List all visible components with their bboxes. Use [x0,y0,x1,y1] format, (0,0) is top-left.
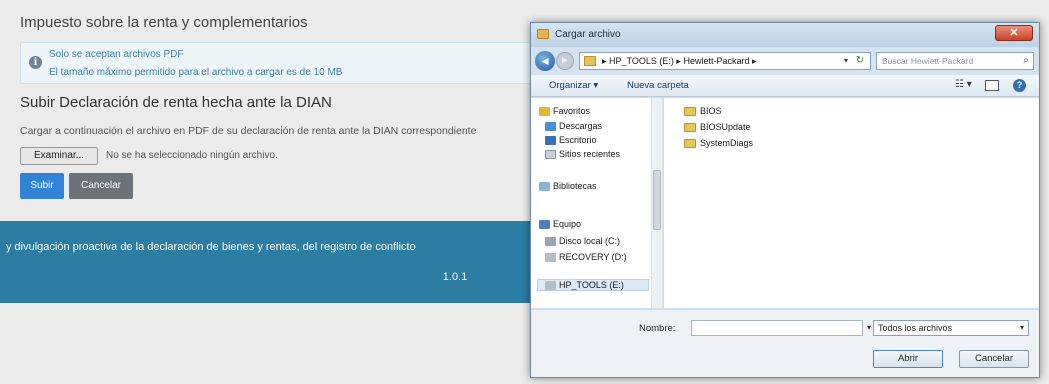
view-options-icon[interactable]: ☷ ▾ [955,79,972,90]
nav-local-disk[interactable]: Disco local (C:) [559,236,620,246]
scrollbar-thumb[interactable] [653,170,661,230]
folder-icon [537,29,549,39]
file-item-systemdiags[interactable]: SystemDiags [700,138,753,148]
breadcrumb-separator: ▸ [676,56,681,66]
dialog-close-button[interactable]: ✕ [995,25,1033,41]
chevron-down-icon[interactable]: ▾ [844,56,848,65]
star-icon [539,107,550,116]
footer: y divulgación proactiva de la declaració… [0,221,540,303]
browse-file-button[interactable]: Examinar... [20,147,98,165]
breadcrumb-separator: ▸ [602,56,607,66]
nav-downloads[interactable]: Descargas [559,121,602,131]
refresh-icon[interactable]: ↻ [852,54,868,68]
recent-places-icon [545,150,556,159]
open-button[interactable]: Abrir [873,350,943,368]
drive-icon [545,281,556,290]
organize-menu[interactable]: Organizar ▾ [549,80,598,91]
nav-favorites[interactable]: Favoritos [553,106,590,116]
submit-button[interactable]: Subir [20,173,64,199]
info-line-max-size: El tamaño máximo permitido para el archi… [49,67,343,78]
dialog-bottom-bar: Nombre: ▾ Todos los archivos ▾ Abrir Can… [531,309,1039,377]
breadcrumb-separator: ▸ [752,56,757,66]
dialog-toolbar: Organizar ▾ Nueva carpeta ☷ ▾ ? [531,75,1039,97]
file-item-biosupdate[interactable]: BIOSUpdate [700,122,751,132]
dialog-title: Cargar archivo [555,29,621,40]
filename-input[interactable] [691,320,863,336]
nav-desktop[interactable]: Escritorio [559,135,597,145]
navigation-pane: Favoritos Descargas Escritorio Sitios re… [531,98,663,308]
back-arrow-icon[interactable]: ◄ [535,51,555,71]
download-icon [545,122,556,131]
chevron-down-icon[interactable]: ▾ [867,323,871,332]
info-icon: i [29,56,42,69]
new-folder-button[interactable]: Nueva carpeta [627,80,689,91]
address-bar[interactable]: ▸ HP_TOOLS (E:) ▸ Hewlett-Packard ▸ ▾ ↻ [579,52,871,70]
cancel-button[interactable]: Cancelar [69,173,133,199]
folder-icon [584,56,596,66]
nav-computer[interactable]: Equipo [553,219,581,229]
folder-icon [684,139,696,148]
nav-recovery[interactable]: RECOVERY (D:) [559,252,627,262]
filetype-value: Todos los archivos [878,323,953,333]
file-item-bios[interactable]: BIOS [700,106,722,116]
filename-label: Nombre: [639,323,676,334]
dialog-navbar: ◄ ► ▸ HP_TOOLS (E:) ▸ Hewlett-Packard ▸ … [531,47,1039,75]
file-open-dialog: Cargar archivo ✕ ◄ ► ▸ HP_TOOLS (E:) ▸ H… [530,22,1040,378]
computer-icon [539,220,550,229]
forward-arrow-icon[interactable]: ► [556,52,574,70]
info-line-pdf-only: Solo se aceptan archivos PDF [49,49,184,60]
file-list: BIOS BIOSUpdate SystemDiags [664,98,1039,308]
section-description: Cargar a continuación el archivo en PDF … [20,125,477,137]
dialog-cancel-button[interactable]: Cancelar [959,350,1029,368]
nav-libraries[interactable]: Bibliotecas [553,181,597,191]
hard-drive-icon [545,237,556,246]
dialog-titlebar[interactable]: Cargar archivo ✕ [531,23,1039,47]
search-input[interactable]: Buscar Hewlett-Packard ⌕ [876,52,1034,70]
folder-icon [684,107,696,116]
footer-text: y divulgación proactiva de la declaració… [6,241,416,253]
section-title: Subir Declaración de renta hecha ante la… [20,94,332,111]
search-placeholder: Buscar Hewlett-Packard [882,56,974,66]
drive-icon [545,253,556,262]
help-icon[interactable]: ? [1013,79,1026,92]
breadcrumb-hp-tools[interactable]: HP_TOOLS (E:) [609,56,674,66]
filetype-select[interactable]: Todos los archivos ▾ [873,320,1029,336]
info-box: i Solo se aceptan archivos PDF El tamaño… [20,42,540,84]
library-icon [539,182,550,191]
file-status-text: No se ha seleccionado ningún archivo. [106,150,278,161]
nav-hp-tools[interactable]: HP_TOOLS (E:) [559,280,624,290]
address-path: ▸ HP_TOOLS (E:) ▸ Hewlett-Packard ▸ [602,56,757,67]
desktop-icon [545,136,556,145]
preview-pane-icon[interactable] [985,80,999,91]
chevron-down-icon: ▾ [1019,323,1024,332]
breadcrumb-hewlett-packard[interactable]: Hewlett-Packard [683,56,749,66]
search-icon[interactable]: ⌕ [1023,55,1029,66]
page-title: Impuesto sobre la renta y complementario… [20,14,308,31]
nav-scrollbar[interactable] [651,98,662,308]
nav-recent-places[interactable]: Sitios recientes [559,149,620,159]
folder-icon [684,123,696,132]
